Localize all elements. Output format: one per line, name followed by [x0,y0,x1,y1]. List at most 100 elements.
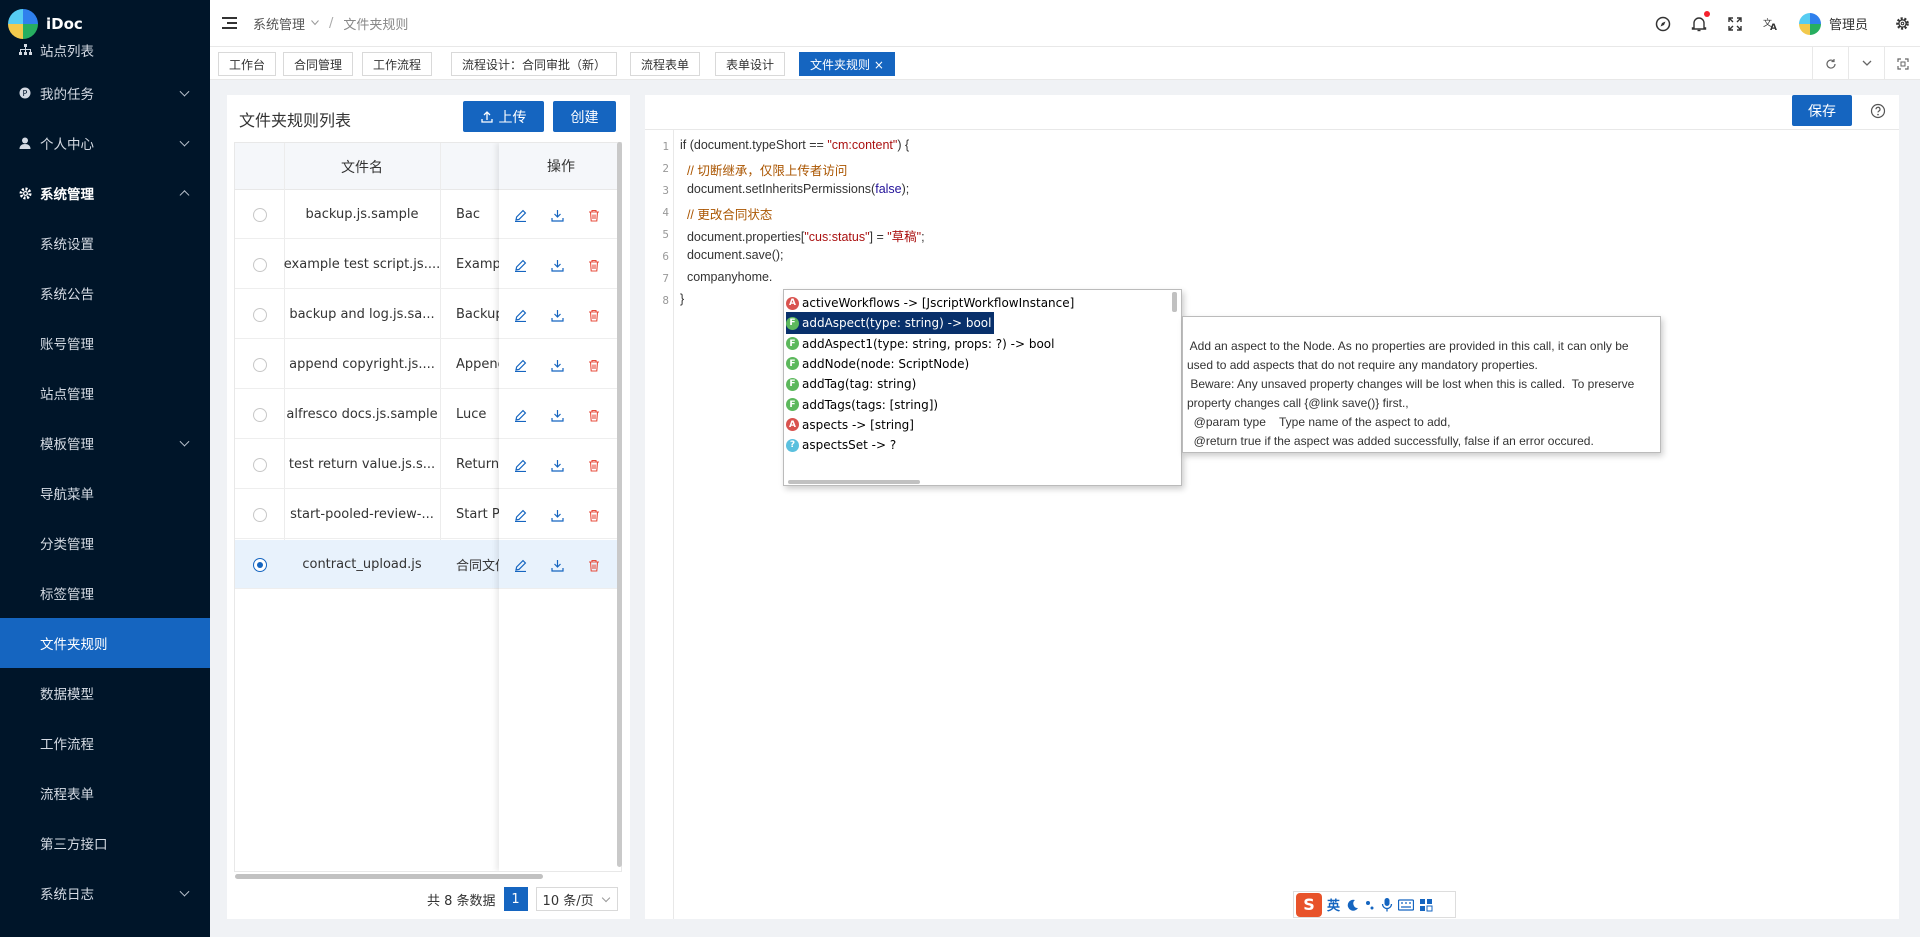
download-icon[interactable] [549,557,565,573]
grid-menu-icon[interactable] [1419,898,1433,912]
delete-icon[interactable] [586,557,602,573]
sidebar-item-nav-menu[interactable]: 导航菜单 [0,468,210,518]
sidebar-item-my-tasks[interactable]: P 我的任务 [0,68,210,118]
sidebar-item-categories[interactable]: 分类管理 [0,518,210,568]
sidebar-item-system-settings[interactable]: 系统设置 [0,218,210,268]
edit-icon[interactable] [512,507,528,523]
line-number: 3 [662,184,669,197]
delete-icon[interactable] [586,407,602,423]
autocomplete-scrollbar[interactable] [1172,292,1177,312]
sidebar-item-flow-forms[interactable]: 流程表单 [0,768,210,818]
delete-icon[interactable] [586,307,602,323]
moon-icon[interactable] [1345,898,1359,912]
autocomplete-item[interactable]: ? aspectsSet -> ? [786,434,899,456]
keyboard-icon[interactable] [1398,898,1415,911]
tab-workbench[interactable]: 工作台 [218,52,277,76]
translate-icon[interactable]: 文A [1760,13,1782,35]
ops-row [499,390,621,439]
delete-icon[interactable] [586,357,602,373]
autocomplete-item[interactable]: FaddTag(tag: string) [786,373,919,395]
download-icon[interactable] [549,257,565,273]
page-size-select[interactable]: 10 条/页 [535,887,618,911]
edit-icon[interactable] [512,307,528,323]
row-radio[interactable] [252,257,267,272]
user-name[interactable]: 管理员 [1829,14,1868,33]
sidebar-item-tags[interactable]: 标签管理 [0,568,210,618]
download-icon[interactable] [549,207,565,223]
edit-icon[interactable] [512,257,528,273]
row-radio[interactable] [252,207,267,222]
sidebar-item-templates[interactable]: 模板管理 [0,418,210,468]
download-icon[interactable] [549,457,565,473]
autocomplete-item[interactable]: Aaspects -> [string] [786,414,917,436]
sidebar-item-system-log[interactable]: 系统日志 [0,868,210,918]
tab-label: 流程设计：合同审批（新） [462,57,607,72]
sidebar-item-site-list[interactable]: 站点列表 [0,38,210,62]
tab-folder-rules[interactable]: 文件夹规则 × [799,52,895,76]
ime-mode[interactable]: 英 [1327,895,1340,914]
sidebar-item-system-management[interactable]: 系统管理 [0,168,210,218]
row-radio[interactable] [252,357,267,372]
create-button[interactable]: 创建 [553,101,616,132]
edit-icon[interactable] [512,457,528,473]
edit-icon[interactable] [512,557,528,573]
download-icon[interactable] [549,307,565,323]
table-vertical-scrollbar[interactable] [617,142,622,867]
sidebar-item-folder-rules[interactable]: 文件夹规则 [0,618,210,668]
sidebar-item-third-party[interactable]: 第三方接口 [0,818,210,868]
download-icon[interactable] [549,507,565,523]
save-button[interactable]: 保存 [1792,95,1852,126]
row-radio[interactable] [252,507,267,522]
autocomplete-horizontal-scrollbar[interactable] [788,480,920,484]
sidebar-item-system-notice[interactable]: 系统公告 [0,268,210,318]
settings-gear-icon[interactable] [1891,13,1913,35]
sidebar-item-sites[interactable]: 站点管理 [0,368,210,418]
sidebar-item-data-model[interactable]: 数据模型 [0,668,210,718]
download-icon[interactable] [549,357,565,373]
row-select-cell [235,190,284,239]
column-header-filename[interactable]: 文件名 [284,143,440,190]
delete-icon[interactable] [586,457,602,473]
menu-toggle-icon[interactable] [222,17,237,29]
ime-logo[interactable]: S [1296,892,1322,917]
autocomplete-item[interactable]: FaddNode(node: ScriptNode) [786,353,972,375]
avatar[interactable] [1798,12,1821,35]
tab-flow-form[interactable]: 流程表单 [630,52,701,76]
compass-icon[interactable] [1652,13,1674,35]
edit-icon[interactable] [512,357,528,373]
autocomplete-item[interactable]: FaddAspect(type: string) -> bool [786,312,995,335]
tab-form-design[interactable]: 表单设计 [715,52,786,76]
delete-icon[interactable] [586,507,602,523]
sidebar-item-accounts[interactable]: 账号管理 [0,318,210,368]
autocomplete-item[interactable]: FaddAspect1(type: string, props: ?) -> b… [786,333,1057,355]
sidebar-item-personal-center[interactable]: 个人中心 [0,118,210,168]
help-icon[interactable] [1870,103,1886,119]
table-horizontal-scrollbar[interactable] [235,874,543,879]
chevron-down-icon[interactable] [1848,47,1884,80]
microphone-icon[interactable] [1381,897,1393,912]
row-radio[interactable] [252,307,267,322]
fullscreen-icon[interactable] [1724,13,1746,35]
download-icon[interactable] [549,407,565,423]
punctuation-icon[interactable] [1364,898,1376,912]
expand-icon[interactable] [1884,47,1920,80]
page-number-button[interactable]: 1 [503,887,528,911]
delete-icon[interactable] [586,257,602,273]
upload-button[interactable]: 上传 [463,101,544,132]
line-number: 4 [662,206,669,219]
breadcrumb-item[interactable]: 系统管理 [253,14,305,33]
tab-flow-design[interactable]: 流程设计：合同审批（新） [451,52,618,76]
bell-icon[interactable] [1688,10,1710,35]
row-radio[interactable] [252,407,267,422]
tab-workflow[interactable]: 工作流程 [362,52,433,76]
edit-icon[interactable] [512,407,528,423]
autocomplete-item[interactable]: AactiveWorkflows -> [JscriptWorkflowInst… [786,292,1077,314]
edit-icon[interactable] [512,207,528,223]
row-radio[interactable] [252,557,267,572]
tab-contracts[interactable]: 合同管理 [283,52,354,76]
refresh-icon[interactable] [1812,47,1848,80]
autocomplete-item[interactable]: FaddTags(tags: [string]) [786,394,941,416]
delete-icon[interactable] [586,207,602,223]
sidebar-item-workflows[interactable]: 工作流程 [0,718,210,768]
row-radio[interactable] [252,457,267,472]
